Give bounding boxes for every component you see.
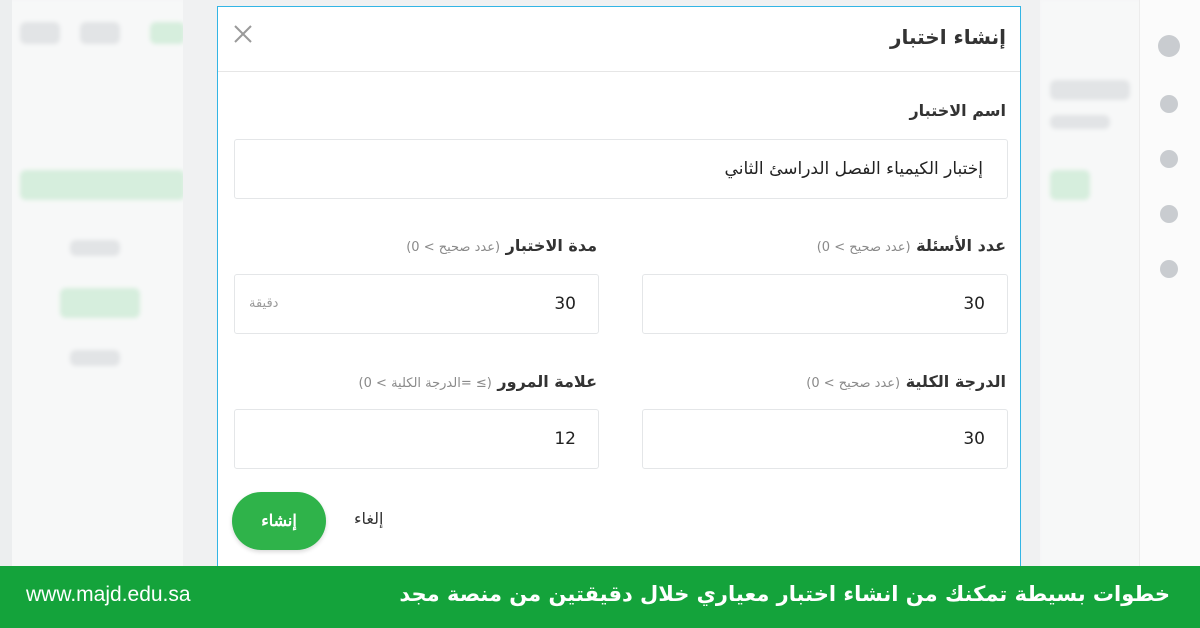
duration-unit: دقيقة — [249, 296, 279, 311]
questions-count-hint: (عدد صحيح > 0) — [816, 240, 911, 255]
pass-mark-label-text: علامة المرور — [497, 372, 597, 391]
background-left-edge — [0, 0, 12, 628]
dialog-header: إنشاء اختبار — [218, 7, 1020, 72]
promo-banner: www.majd.edu.sa خطوات بسيطة تمكنك من انش… — [0, 566, 1200, 628]
total-grade-label: الدرجة الكلية (عدد صحيح > 0) — [806, 372, 1006, 391]
duration-input[interactable]: 30 دقيقة — [234, 274, 599, 334]
banner-url: www.majd.edu.sa — [26, 583, 191, 606]
background-right-sidebar — [1139, 0, 1200, 628]
pass-mark-value: 12 — [554, 429, 576, 449]
duration-label-text: مدة الاختبار — [505, 236, 597, 255]
dialog-title: إنشاء اختبار — [889, 25, 1006, 49]
test-name-label-text: اسم الاختبار — [909, 101, 1006, 120]
cancel-button[interactable]: إلغاء — [348, 508, 389, 529]
questions-count-input[interactable]: 30 — [642, 274, 1008, 334]
duration-hint: (عدد صحيح > 0) — [406, 240, 501, 255]
create-test-dialog: إنشاء اختبار اسم الاختبار إختبار الكيميا… — [217, 6, 1021, 586]
create-button[interactable]: إنشاء — [232, 492, 326, 550]
pass-mark-hint: (≥ =الدرجة الكلية > 0) — [358, 376, 492, 391]
total-grade-label-text: الدرجة الكلية — [905, 372, 1006, 391]
total-grade-hint: (عدد صحيح > 0) — [806, 376, 901, 391]
pass-mark-input[interactable]: 12 — [234, 409, 599, 469]
test-name-input[interactable]: إختبار الكيمياء الفصل الدراسئ الثاني — [234, 139, 1008, 199]
total-grade-value: 30 — [963, 429, 985, 449]
duration-value: 30 — [554, 294, 576, 314]
test-name-value: إختبار الكيمياء الفصل الدراسئ الثاني — [724, 159, 983, 179]
test-name-label: اسم الاختبار — [909, 101, 1006, 120]
duration-label: مدة الاختبار (عدد صحيح > 0) — [406, 236, 597, 255]
questions-count-value: 30 — [963, 294, 985, 314]
pass-mark-label: علامة المرور (≥ =الدرجة الكلية > 0) — [359, 372, 597, 391]
close-icon[interactable] — [232, 23, 254, 45]
banner-headline: خطوات بسيطة تمكنك من انشاء اختبار معياري… — [399, 582, 1170, 606]
total-grade-input[interactable]: 30 — [642, 409, 1008, 469]
questions-count-label-text: عدد الأسئلة — [916, 236, 1006, 255]
questions-count-label: عدد الأسئلة (عدد صحيح > 0) — [817, 236, 1006, 255]
background-left-panel — [0, 0, 185, 628]
